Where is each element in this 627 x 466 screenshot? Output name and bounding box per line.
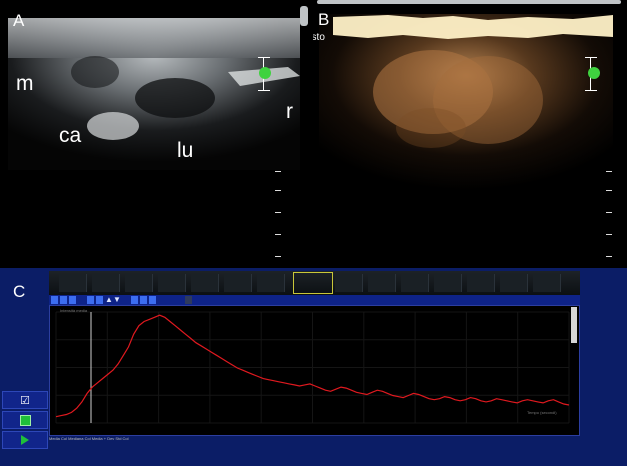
legend-item: Media Col: [49, 436, 68, 441]
next-frame-button[interactable]: [96, 296, 103, 304]
step-forward-button[interactable]: [140, 296, 147, 304]
chevron-down-icon[interactable]: ▼: [113, 295, 121, 305]
bottom-legend: Media Col Mediana Col Media + Dev Std Co…: [49, 436, 580, 444]
depth-tick: [606, 256, 612, 257]
depth-tick: [606, 190, 612, 191]
panel-b-side-label: asto: [313, 32, 325, 43]
rewind-button[interactable]: [69, 296, 76, 304]
depth-tick: [275, 212, 281, 213]
frame-thumbnail[interactable]: [257, 274, 285, 292]
frame-thumbnail[interactable]: [158, 274, 186, 292]
label-m: m: [16, 72, 34, 95]
frame-strip[interactable]: [49, 271, 580, 296]
frame-thumbnail[interactable]: [467, 274, 495, 292]
frame-thumbnail[interactable]: [59, 274, 87, 292]
frame-thumbnail[interactable]: [434, 274, 462, 292]
export-button[interactable]: [2, 431, 48, 449]
measurement-marker-a[interactable]: [259, 67, 271, 79]
selected-frame-indicator[interactable]: [293, 272, 333, 294]
depth-tick: [606, 234, 612, 235]
depth-tick: [606, 212, 612, 213]
panel-divider-handle: [300, 6, 308, 26]
ultrasound-panel-a: A m ca lu r: [0, 0, 312, 268]
depth-tick: [275, 234, 281, 235]
label-lu: lu: [177, 139, 194, 162]
chevron-up-icon[interactable]: ▲: [105, 295, 113, 305]
chart-grid: [55, 311, 570, 424]
panel-c-letter: C: [13, 282, 26, 301]
left-toolbar: ☑: [2, 391, 48, 451]
save-icon: [19, 414, 31, 426]
legend-item: Media + Dev Std Col: [91, 436, 129, 441]
frame-thumbnail[interactable]: [191, 274, 219, 292]
frame-thumbnail[interactable]: [335, 274, 363, 292]
frame-thumbnail[interactable]: [533, 274, 561, 292]
legend-item: Mediana Col: [68, 436, 91, 441]
ultrasound-panel-b: B asto: [313, 0, 627, 268]
chart-svg: [55, 311, 570, 424]
frame-thumbnail[interactable]: [401, 274, 429, 292]
frame-thumbnail[interactable]: [125, 274, 153, 292]
last-frame-button[interactable]: [149, 296, 156, 304]
ultrasound-image-a: [0, 0, 312, 268]
play-button[interactable]: [87, 296, 94, 304]
label-ca: ca: [59, 124, 82, 147]
skip-forward-button[interactable]: [131, 296, 138, 304]
previous-frame-button[interactable]: [60, 296, 67, 304]
playback-controls: ▲ ▼: [49, 295, 580, 305]
save-button[interactable]: [2, 411, 48, 429]
frame-thumbnail[interactable]: [500, 274, 528, 292]
ultrasound-image-b: [313, 0, 627, 268]
export-icon: [21, 435, 29, 445]
tool-checkbox-button[interactable]: ☑: [2, 391, 48, 409]
panel-a-letter: A: [13, 11, 25, 30]
frame-thumbnail[interactable]: [224, 274, 252, 292]
depth-tick: [606, 171, 612, 172]
chart-title: Intensità media: [60, 308, 88, 313]
settings-button[interactable]: [185, 296, 192, 304]
frame-thumbnail[interactable]: [92, 274, 120, 292]
depth-tick: [275, 190, 281, 191]
frame-thumbnail[interactable]: [368, 274, 396, 292]
label-r: r: [286, 100, 293, 123]
time-intensity-chart: Intensità media: [49, 305, 580, 436]
measurement-marker-b[interactable]: [588, 67, 600, 79]
chart-x-caption: Tempo (secondi): [527, 410, 557, 415]
depth-tick: [275, 256, 281, 257]
panel-top-border: [317, 0, 621, 4]
checkbox-icon: ☑: [20, 394, 30, 407]
first-frame-button[interactable]: [51, 296, 58, 304]
chart-scrollbar[interactable]: [571, 307, 577, 343]
right-empty-area: [580, 268, 627, 466]
depth-tick: [275, 171, 281, 172]
panel-b-letter: B: [318, 10, 330, 29]
